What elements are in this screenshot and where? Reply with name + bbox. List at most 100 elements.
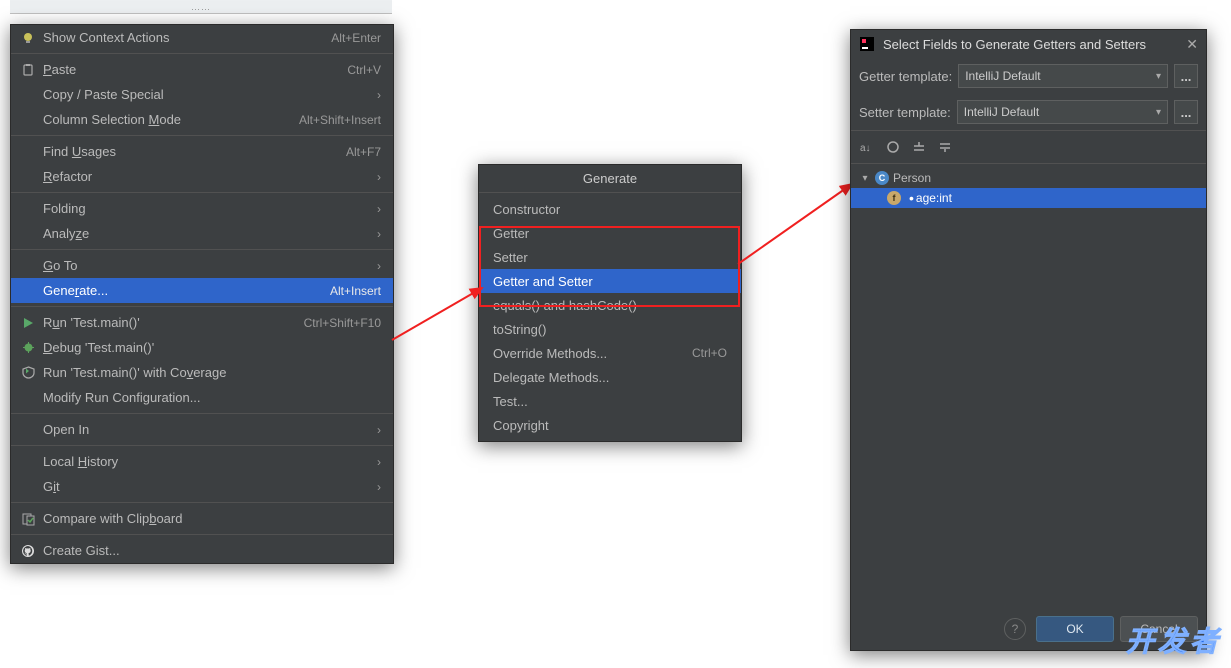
context-menu-item[interactable]: Copy / Paste Special› [11,82,393,107]
getter-template-select[interactable]: IntelliJ Default▾ [958,64,1168,88]
context-menu-item[interactable]: Generate...Alt+Insert [11,278,393,303]
generate-menu-item[interactable]: Test... [479,389,741,413]
menu-separator [11,192,393,193]
generate-item-label: Getter and Setter [493,274,727,289]
expand-all-icon[interactable] [911,139,927,155]
context-menu-item[interactable]: Local History› [11,449,393,474]
blank-icon [19,421,37,439]
menu-separator [11,502,393,503]
menu-separator [11,413,393,414]
context-menu-item[interactable]: Folding› [11,196,393,221]
chevron-right-icon: › [377,423,381,437]
context-menu-item[interactable]: Show Context ActionsAlt+Enter [11,25,393,50]
setter-template-select[interactable]: IntelliJ Default▾ [957,100,1168,124]
context-menu-item[interactable]: Compare with Clipboard [11,506,393,531]
close-icon[interactable]: ✕ [1186,36,1198,53]
help-button[interactable]: ? [1004,618,1026,640]
generate-menu-item[interactable]: Constructor [479,197,741,221]
menu-item-label: Git [43,479,377,494]
menu-separator [11,445,393,446]
generate-menu-item[interactable]: Getter and Setter [479,269,741,293]
run-icon [19,314,37,332]
intellij-icon [859,36,875,52]
generate-item-label: Constructor [493,202,727,217]
context-menu-item[interactable]: Column Selection ModeAlt+Shift+Insert [11,107,393,132]
ok-button[interactable]: OK [1036,616,1114,642]
context-menu-item[interactable]: Git› [11,474,393,499]
blank-icon [19,111,37,129]
menu-item-label: Copy / Paste Special [43,87,377,102]
context-menu-item[interactable]: Open In› [11,417,393,442]
generate-menu-item[interactable]: Getter [479,221,741,245]
menu-item-shortcut: Ctrl+Shift+F10 [304,316,381,330]
generate-menu-item[interactable]: Override Methods...Ctrl+O [479,341,741,365]
generate-item-label: Override Methods... [493,346,692,361]
dialog-title: Select Fields to Generate Getters and Se… [883,37,1186,52]
menu-item-label: Debug 'Test.main()' [43,340,381,355]
menu-item-shortcut: Alt+F7 [346,145,381,159]
context-menu-item[interactable]: Refactor› [11,164,393,189]
github-icon [19,542,37,560]
blank-icon [19,225,37,243]
context-menu-item[interactable]: Run 'Test.main()' with Coverage [11,360,393,385]
menu-separator [11,53,393,54]
context-menu-item[interactable]: Analyze› [11,221,393,246]
chevron-right-icon: › [377,480,381,494]
chevron-right-icon: › [377,455,381,469]
menu-item-label: Generate... [43,283,330,298]
tree-field-label: age:int [916,191,952,205]
setter-template-more-button[interactable]: ... [1174,100,1198,124]
sort-visibility-icon[interactable] [885,139,901,155]
chevron-right-icon: › [377,259,381,273]
generate-item-shortcut: Ctrl+O [692,346,727,360]
bulb-icon [19,29,37,47]
debug-icon [19,339,37,357]
menu-item-shortcut: Alt+Shift+Insert [299,113,381,127]
context-menu-item[interactable]: Modify Run Configuration... [11,385,393,410]
menu-item-label: Run 'Test.main()' [43,315,304,330]
menu-item-label: Refactor [43,169,377,184]
bullet-icon: • [909,190,914,206]
context-menu-item[interactable]: Go To› [11,253,393,278]
context-menu-item[interactable]: Find UsagesAlt+F7 [11,139,393,164]
menu-separator [11,249,393,250]
svg-text:a↓: a↓ [860,143,871,154]
dialog-titlebar: Select Fields to Generate Getters and Se… [851,30,1206,58]
chevron-right-icon: › [377,170,381,184]
menu-item-label: Compare with Clipboard [43,511,381,526]
tree-field-node[interactable]: f • age:int [851,188,1206,208]
context-menu-item[interactable]: Run 'Test.main()'Ctrl+Shift+F10 [11,310,393,335]
menu-separator [11,306,393,307]
context-menu-item[interactable]: Debug 'Test.main()' [11,335,393,360]
getter-template-label: Getter template: [859,69,952,84]
cancel-button[interactable]: Cancel [1120,616,1198,642]
annotation-arrow-1 [390,280,490,350]
generate-menu-item[interactable]: Delegate Methods... [479,365,741,389]
blank-icon [19,478,37,496]
fields-tree: ▾ C Person f • age:int [851,164,1206,212]
collapse-all-icon[interactable] [937,139,953,155]
menu-item-shortcut: Ctrl+V [347,63,381,77]
chevron-right-icon: › [377,88,381,102]
generate-menu-item[interactable]: equals() and hashCode() [479,293,741,317]
sort-alpha-icon[interactable]: a↓ [859,139,875,155]
menu-separator [11,534,393,535]
generate-menu-item[interactable]: toString() [479,317,741,341]
generate-menu-item[interactable]: Copyright [479,413,741,437]
generate-item-label: Getter [493,226,727,241]
blank-icon [19,143,37,161]
menu-item-label: Analyze [43,226,377,241]
getter-template-more-button[interactable]: ... [1174,64,1198,88]
tree-class-node[interactable]: ▾ C Person [851,168,1206,188]
menu-item-label: Paste [43,62,347,77]
context-menu-item[interactable]: Create Gist... [11,538,393,563]
generate-item-label: Copyright [493,418,727,433]
class-icon: C [875,171,889,185]
menu-item-label: Find Usages [43,144,346,159]
menu-separator [11,135,393,136]
blank-icon [19,282,37,300]
context-menu-item[interactable]: PasteCtrl+V [11,57,393,82]
dialog-footer: ? OK Cancel [1004,616,1198,642]
generate-item-label: equals() and hashCode() [493,298,727,313]
generate-menu-item[interactable]: Setter [479,245,741,269]
